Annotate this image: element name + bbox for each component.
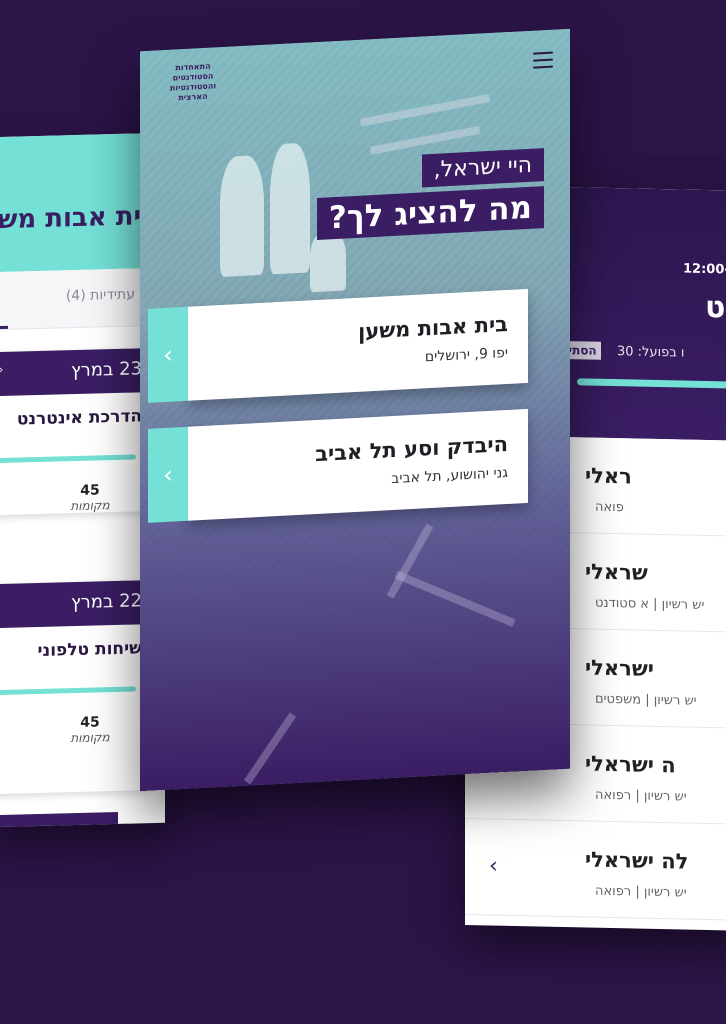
volunteer-details: יש רשיון | משפטים [595,691,697,709]
volunteer-name: לה ישראלי [585,847,689,874]
activity-title: ט [705,289,726,326]
volunteer-name: ה ישראלי [585,751,676,778]
volunteer-details: יש רשיון | רפואה [595,883,687,901]
person-silhouette [310,230,346,293]
list-item[interactable]: ‹ לה ישראלי יש רשיון | רפואה [465,818,726,922]
activity-date-bar: 22 במרץ [0,580,150,629]
volunteer-name: ישראלי [585,655,654,681]
center-phone-screen: התאחדות הסטודנטים והסטודנטיות הארצית היי… [140,28,570,792]
location-card[interactable]: ‹ בית אבות משען יפו 9, ירושלים [148,288,528,403]
places-label: מקומות [70,498,110,514]
location-card[interactable]: ‹ היבדק וסע תל אביב גני יהושוע, תל אביב [148,408,528,523]
tab-future[interactable]: עתידיות (4) [66,286,135,304]
greeting-label: היי ישראל, [421,148,544,188]
activity-card[interactable]: 23 במרץ ‹ הדרכת אינטרנט 45 מקומות [0,348,150,516]
progress-bar [577,378,726,390]
volunteer-name: שראלי [585,559,648,585]
volunteer-details: פואה [595,499,624,516]
tab-indicator [0,325,8,330]
activity-date-bar: 23 במרץ ‹ [0,348,150,397]
places-label: מקומות [70,730,110,746]
person-silhouette [220,154,264,278]
activity-date: 23 במרץ [70,358,142,382]
hamburger-menu-icon[interactable] [533,51,553,69]
left-screen-title: בית אבות משע [0,200,157,236]
activity-time: 12:00- [683,261,726,278]
arrow-icon: ‹ [0,361,4,379]
location-name: היבדק וסע תל אביב [315,431,508,467]
activity-date: 22 במרץ [70,590,142,614]
volunteer-details: יש רשיון | רפואה [595,787,687,805]
location-address: יפו 9, ירושלים [424,344,508,366]
activity-name: שיחות טלפוני [37,638,143,662]
activity-card-next [0,811,118,828]
activity-name: הדרכת אינטרנט [16,406,142,430]
activity-card[interactable]: 22 במרץ שיחות טלפוני 45 מקומות [0,580,150,795]
chevron-left-icon: ‹ [148,306,188,403]
progress-bar [0,686,136,696]
location-name: בית אבות משען [358,311,508,344]
union-logo: התאחדות הסטודנטים והסטודנטיות הארצית [169,61,217,103]
person-silhouette [270,142,310,275]
participants-count: ו בפועל: 30 [617,344,685,361]
volunteer-details: יש רשיון | א סטודנט [595,595,705,613]
volunteer-name: ראלי [585,463,632,489]
location-address: גני יהושוע, תל אביב [391,464,508,488]
progress-bar [0,454,136,464]
chevron-left-icon: ‹ [148,426,188,523]
chevron-left-icon[interactable]: ‹ [489,853,498,878]
